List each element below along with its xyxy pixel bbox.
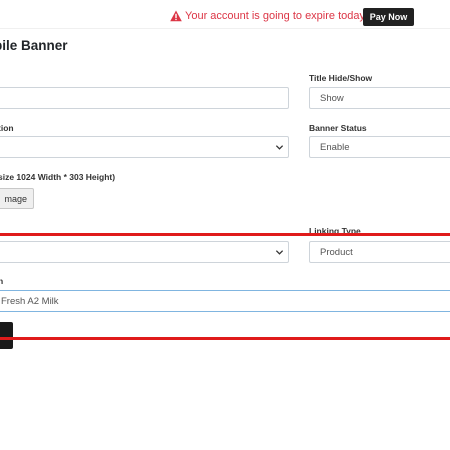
- title-hide-show-value: Show: [320, 92, 344, 104]
- annotation-line: [0, 337, 450, 340]
- linking-type-select[interactable]: Product: [309, 241, 450, 263]
- link-input[interactable]: Fresh A2 Milk: [0, 290, 450, 312]
- chevron-down-icon: [275, 145, 284, 150]
- title-hide-show-label: Title Hide/Show: [309, 73, 373, 83]
- title-hide-show-select[interactable]: Show: [309, 87, 450, 109]
- chevron-down-icon: [275, 250, 284, 255]
- submit-button[interactable]: [0, 322, 13, 349]
- image-size-label: size 1024 Width * 303 Height): [0, 172, 116, 182]
- link-target-select[interactable]: [0, 241, 289, 263]
- warning-triangle-icon: [170, 10, 182, 22]
- banner-status-label: Banner Status: [309, 123, 367, 133]
- expiry-warning-text: Your account is going to expire today.: [185, 10, 368, 22]
- banner-status-select[interactable]: Enable: [309, 136, 450, 158]
- title-input[interactable]: [0, 87, 289, 109]
- link-label: n: [0, 276, 4, 286]
- position-select[interactable]: [0, 136, 289, 158]
- banner-status-value: Enable: [320, 141, 350, 153]
- expiry-warning: Your account is going to expire today.: [170, 10, 367, 22]
- position-label: tion: [0, 123, 14, 133]
- annotation-line: [0, 233, 450, 236]
- page-title: bile Banner: [0, 38, 68, 53]
- linking-type-value: Product: [320, 246, 353, 258]
- pay-now-button[interactable]: Pay Now: [363, 8, 414, 26]
- choose-image-button[interactable]: mage: [0, 188, 34, 209]
